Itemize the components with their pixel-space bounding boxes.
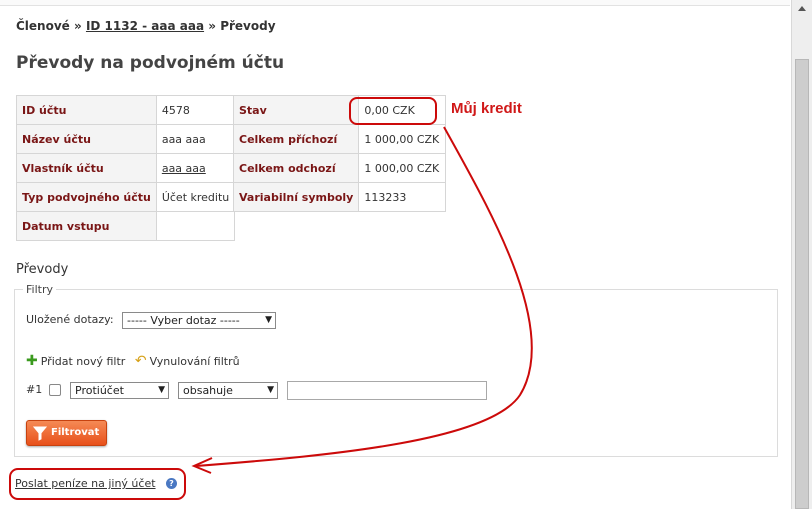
account-owner-cell: aaa aaa <box>155 153 236 183</box>
filter-button-label: Filtrovat <box>51 427 100 438</box>
table-row: Název účtu aaa aaa <box>16 124 236 154</box>
filter-row-checkbox[interactable] <box>49 384 61 396</box>
credit-annotation: Můj kredit <box>451 100 522 117</box>
entry-date-value <box>155 211 236 241</box>
account-id-value: 4578 <box>155 95 236 125</box>
table-row: Vlastník účtu aaa aaa <box>16 153 236 183</box>
table-row: Datum vstupu <box>16 211 236 241</box>
saved-queries-label: Uložené dotazy: <box>26 313 114 326</box>
reset-filters-label: Vynulování filtrů <box>149 355 240 368</box>
scrollbar-thumb[interactable] <box>795 59 809 509</box>
transfers-section-title: Převody <box>16 262 69 277</box>
account-owner-link[interactable]: aaa aaa <box>162 162 206 175</box>
breadcrumb-separator: » <box>208 19 217 33</box>
breadcrumb-separator: » <box>74 19 82 33</box>
table-row: Variabilní symboly 113233 <box>232 182 447 212</box>
account-info-table: ID účtu 4578 Název účtu aaa aaa Vlastník… <box>16 95 236 241</box>
scroll-up-icon[interactable] <box>792 0 812 16</box>
breadcrumb: Členové » ID 1132 - aaa aaa » Převody <box>16 19 276 33</box>
add-filter-label: Přidat nový filtr <box>40 355 126 368</box>
variable-symbols-value: 113233 <box>358 182 447 212</box>
breadcrumb-current: Převody <box>220 19 276 33</box>
account-id-label: ID účtu <box>16 95 157 125</box>
filter-field-selected: Protiúčet <box>75 384 124 397</box>
total-incoming-value: 1 000,00 CZK <box>358 124 447 154</box>
table-row: Typ podvojného účtu Účet kreditu <box>16 182 236 212</box>
balance-label: Stav <box>232 95 360 125</box>
filter-operator-select[interactable]: obsahuje ▼ <box>178 382 278 399</box>
total-outgoing-value: 1 000,00 CZK <box>358 153 447 183</box>
filter-actions: ✚ Přidat nový filtr ↶ Vynulování filtrů <box>26 353 240 369</box>
filter-row-number: #1 <box>26 383 43 396</box>
filters-fieldset: Filtry <box>14 283 778 457</box>
funnel-icon <box>33 426 47 441</box>
balance-highlight-ring <box>349 97 437 125</box>
vertical-scrollbar[interactable] <box>791 0 812 509</box>
breadcrumb-members[interactable]: Členové <box>16 19 70 33</box>
reset-filters-button[interactable]: ↶ Vynulování filtrů <box>129 353 240 369</box>
top-border <box>0 0 790 6</box>
total-outgoing-label: Celkem odchozí <box>232 153 360 183</box>
filter-field-select[interactable]: Protiúčet ▼ <box>70 382 169 399</box>
total-incoming-label: Celkem příchozí <box>232 124 360 154</box>
filters-legend: Filtry <box>26 283 53 296</box>
account-name-label: Název účtu <box>16 124 157 154</box>
table-row: Celkem příchozí 1 000,00 CZK <box>232 124 447 154</box>
chevron-down-icon: ▼ <box>267 385 274 395</box>
send-money-link[interactable]: Poslat peníze na jiný účet <box>15 477 156 490</box>
chevron-down-icon: ▼ <box>265 315 272 325</box>
add-filter-button[interactable]: ✚ Přidat nový filtr <box>26 353 129 369</box>
page-title: Převody na podvojném účtu <box>16 53 285 73</box>
chevron-down-icon: ▼ <box>158 385 165 395</box>
filter-operator-selected: obsahuje <box>183 384 233 397</box>
saved-queries-selected: ----- Vyber dotaz ----- <box>127 314 240 327</box>
filter-button[interactable]: Filtrovat <box>26 420 107 446</box>
variable-symbols-label: Variabilní symboly <box>232 182 360 212</box>
account-type-label: Typ podvojného účtu <box>16 182 157 212</box>
account-owner-label: Vlastník účtu <box>16 153 157 183</box>
help-icon[interactable]: ? <box>166 478 177 489</box>
filter-value-input[interactable] <box>287 381 487 400</box>
undo-icon: ↶ <box>134 353 147 369</box>
entry-date-label: Datum vstupu <box>16 211 157 241</box>
saved-queries-select[interactable]: ----- Vyber dotaz ----- ▼ <box>122 312 276 329</box>
plus-icon: ✚ <box>26 353 38 369</box>
table-row: Celkem odchozí 1 000,00 CZK <box>232 153 447 183</box>
table-row: ID účtu 4578 <box>16 95 236 125</box>
breadcrumb-member-link[interactable]: ID 1132 - aaa aaa <box>86 19 204 33</box>
account-type-value: Účet kreditu <box>155 182 236 212</box>
account-name-value: aaa aaa <box>155 124 236 154</box>
